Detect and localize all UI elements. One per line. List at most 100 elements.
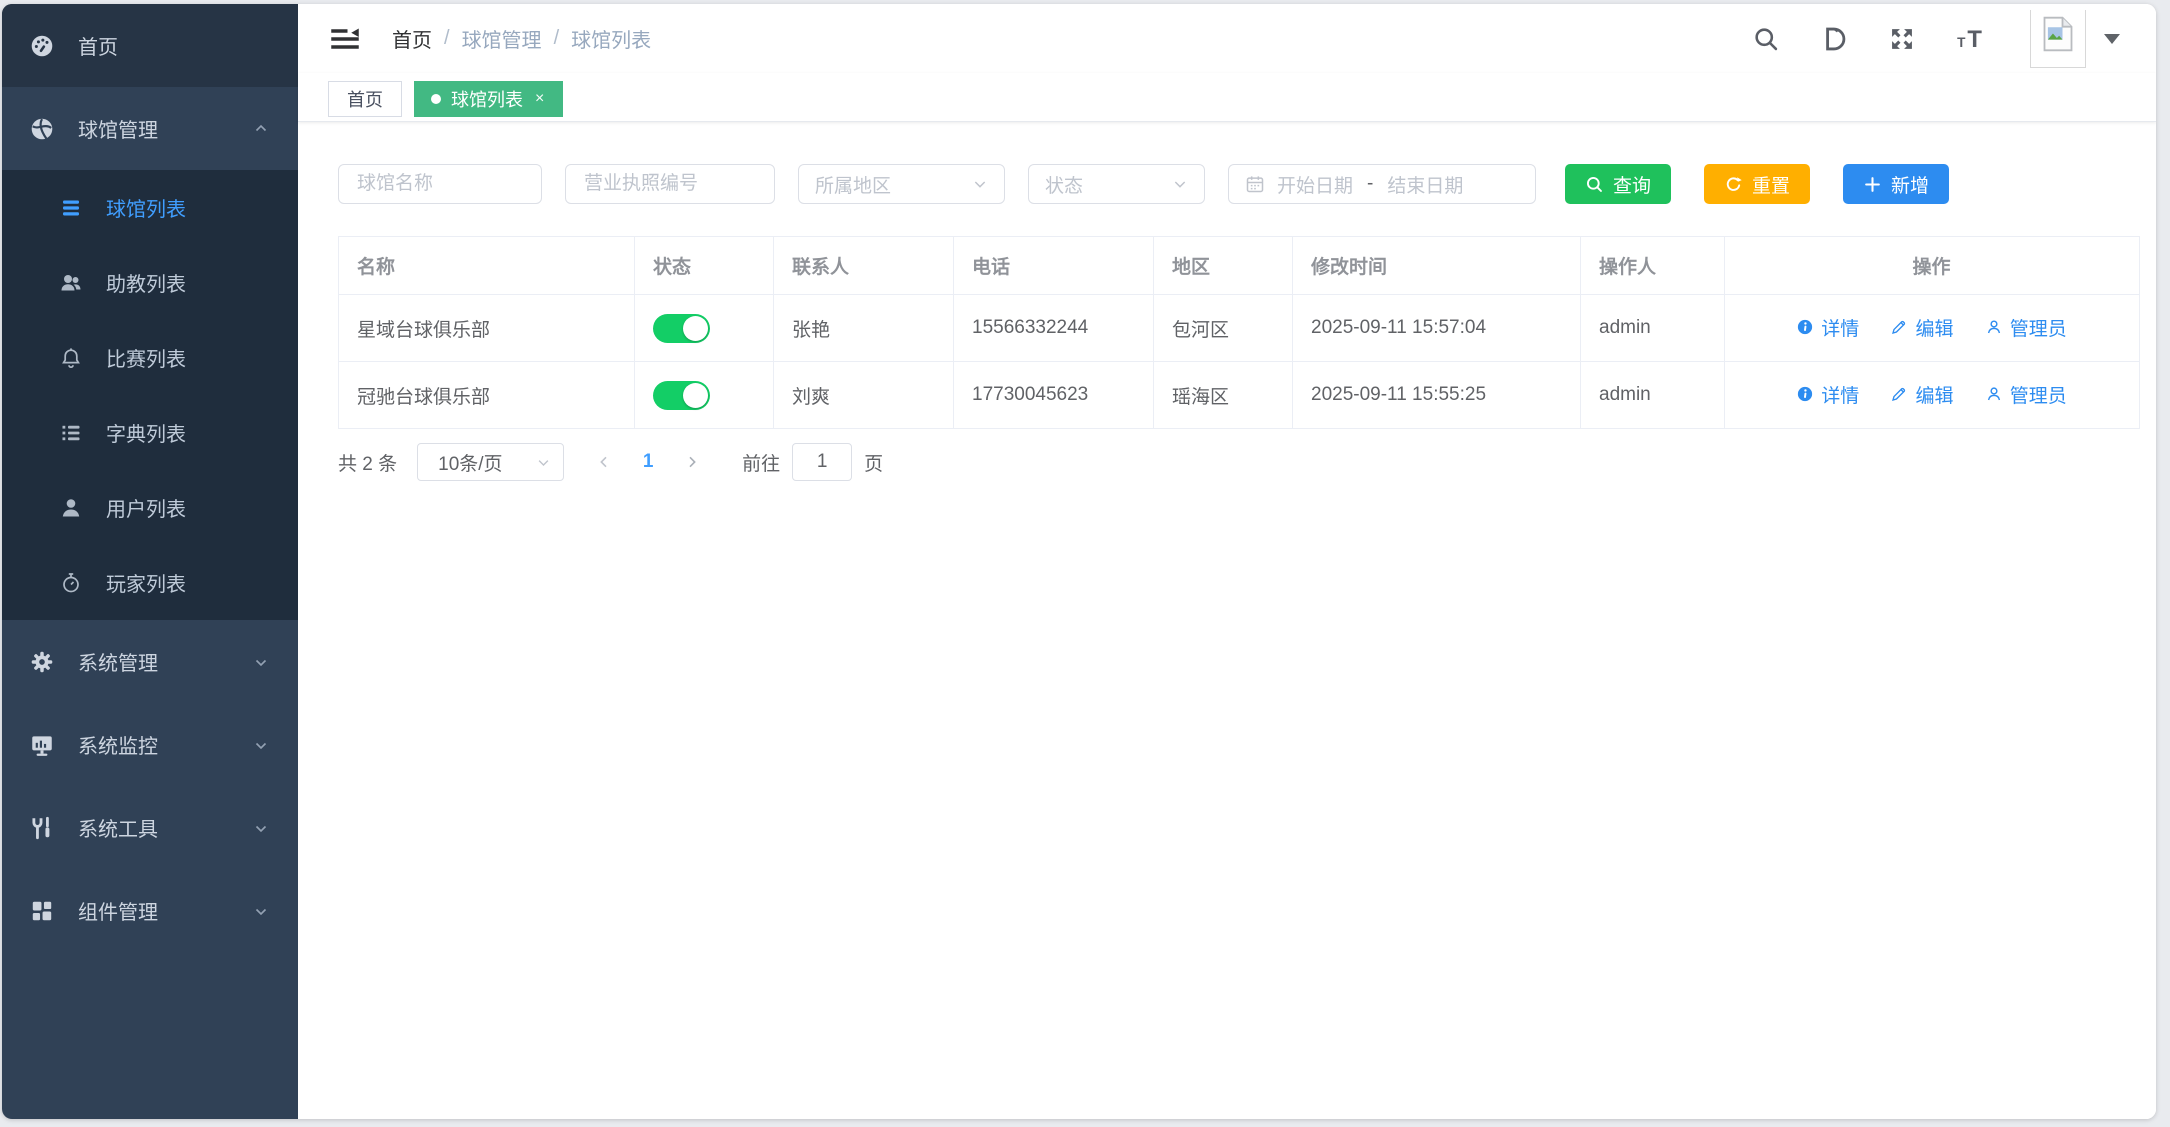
stopwatch-icon — [59, 571, 83, 595]
globe-icon — [29, 116, 55, 142]
chevron-left-icon — [596, 454, 612, 470]
breadcrumb-separator: / — [554, 27, 560, 50]
sidebar-item-user-list[interactable]: 用户列表 — [2, 470, 298, 545]
venue-name-input[interactable] — [355, 172, 525, 196]
detail-link[interactable]: 详情 — [1796, 381, 1859, 408]
venue-name-field — [338, 164, 542, 204]
col-name: 名称 — [339, 237, 635, 295]
breadcrumb-venue-list: 球馆列表 — [571, 24, 651, 53]
sidebar-item-label: 玩家列表 — [106, 568, 186, 597]
next-page-button[interactable] — [670, 454, 714, 470]
sidebar-item-system-monitor[interactable]: 系统监控 — [2, 703, 298, 786]
goto-page-input[interactable] — [792, 443, 852, 481]
plus-icon — [1863, 175, 1882, 194]
chevron-down-icon — [252, 819, 270, 837]
page-unit-label: 页 — [864, 449, 883, 476]
status-select[interactable]: 状态 — [1028, 164, 1205, 204]
add-button[interactable]: 新增 — [1843, 164, 1949, 204]
goto-page: 前往 页 — [742, 443, 883, 481]
cell-district: 瑶海区 — [1154, 362, 1293, 429]
search-button[interactable]: 查询 — [1565, 164, 1671, 204]
admin-link[interactable]: 管理员 — [1985, 381, 2067, 408]
svg-text:T: T — [1967, 25, 1982, 52]
page-content: 所属地区 状态 开始日期 - 结束日期 查询 — [298, 122, 2156, 1119]
breadcrumb-venue-management: 球馆管理 — [462, 24, 542, 53]
search-icon[interactable] — [1752, 25, 1780, 53]
region-select[interactable]: 所属地区 — [798, 164, 1005, 204]
date-start-placeholder: 开始日期 — [1277, 171, 1353, 198]
info-icon — [1796, 318, 1814, 336]
font-size-icon[interactable]: TT — [1956, 25, 1990, 53]
user-icon — [59, 496, 83, 520]
tools-icon — [29, 815, 55, 841]
region-placeholder: 所属地区 — [815, 171, 891, 198]
cell-phone: 17730045623 — [954, 362, 1154, 429]
fullscreen-icon[interactable] — [1888, 25, 1916, 53]
chevron-down-icon — [972, 176, 988, 192]
cell-name: 冠驰台球俱乐部 — [339, 362, 635, 429]
page-number[interactable]: 1 — [626, 451, 670, 473]
tab-venue-list[interactable]: 球馆列表 × — [414, 81, 563, 117]
sidebar-item-player-list[interactable]: 玩家列表 — [2, 545, 298, 620]
edit-link[interactable]: 编辑 — [1890, 314, 1953, 341]
sidebar-item-label: 组件管理 — [78, 896, 158, 925]
chevron-down-icon — [536, 455, 551, 470]
sidebar-item-component-management[interactable]: 组件管理 — [2, 869, 298, 952]
venue-table: 名称 状态 联系人 电话 地区 修改时间 操作人 操作 星域台球俱乐部 — [338, 236, 2140, 429]
col-phone: 电话 — [954, 237, 1154, 295]
sidebar-item-label: 比赛列表 — [106, 343, 186, 372]
sidebar-item-venue-management[interactable]: 球馆管理 — [2, 87, 298, 170]
main-area: 首页 / 球馆管理 / 球馆列表 TT — [298, 4, 2156, 1119]
edit-pencil-icon — [1890, 318, 1908, 336]
reset-button[interactable]: 重置 — [1704, 164, 1810, 204]
tab-label: 球馆列表 — [451, 86, 523, 112]
cell-status — [635, 362, 774, 429]
total-count: 共 2 条 — [338, 449, 397, 476]
edit-link[interactable]: 编辑 — [1890, 381, 1953, 408]
status-toggle[interactable] — [653, 314, 710, 343]
cell-operator: admin — [1581, 295, 1725, 362]
people-icon — [59, 271, 83, 295]
cell-name: 星域台球俱乐部 — [339, 295, 635, 362]
sidebar-submenu-venue: 球馆列表 助教列表 比赛列表 字典列表 — [2, 170, 298, 620]
svg-text:T: T — [1957, 34, 1966, 49]
sidebar-collapse-button[interactable] — [328, 24, 362, 54]
user-avatar-menu[interactable] — [2030, 10, 2120, 68]
cell-operator: admin — [1581, 362, 1725, 429]
cell-contact: 刘爽 — [774, 362, 954, 429]
col-operator: 操作人 — [1581, 237, 1725, 295]
docs-icon[interactable] — [1820, 25, 1848, 53]
broken-image-icon — [2042, 16, 2074, 52]
sidebar-item-dict-list[interactable]: 字典列表 — [2, 395, 298, 470]
tab-home[interactable]: 首页 — [328, 81, 402, 117]
table-row: 星域台球俱乐部 张艳 15566332244 包河区 2025-09-11 15… — [339, 295, 2140, 362]
admin-link[interactable]: 管理员 — [1985, 314, 2067, 341]
prev-page-button[interactable] — [582, 454, 626, 470]
person-icon — [1985, 385, 2003, 403]
table-row: 冠驰台球俱乐部 刘爽 17730045623 瑶海区 2025-09-11 15… — [339, 362, 2140, 429]
page-size-select[interactable]: 10条/页 — [417, 443, 564, 481]
sidebar-item-assistant-list[interactable]: 助教列表 — [2, 245, 298, 320]
date-range-picker[interactable]: 开始日期 - 结束日期 — [1228, 164, 1536, 204]
status-toggle[interactable] — [653, 381, 710, 410]
sidebar-item-home[interactable]: 首页 — [2, 4, 298, 87]
sidebar-item-label: 助教列表 — [106, 268, 186, 297]
chevron-right-icon — [684, 454, 700, 470]
sidebar-item-match-list[interactable]: 比赛列表 — [2, 320, 298, 395]
col-district: 地区 — [1154, 237, 1293, 295]
app-window: 首页 球馆管理 球馆列表 助教列表 — [2, 4, 2156, 1119]
sidebar-item-system-tools[interactable]: 系统工具 — [2, 786, 298, 869]
close-icon[interactable]: × — [535, 91, 544, 107]
col-status: 状态 — [635, 237, 774, 295]
breadcrumb-home[interactable]: 首页 — [392, 24, 432, 53]
chevron-down-icon — [1172, 176, 1188, 192]
sidebar-item-label: 系统监控 — [78, 730, 158, 759]
license-number-input[interactable] — [582, 172, 758, 196]
cell-actions: 详情 编辑 管理员 — [1725, 362, 2140, 429]
sidebar-item-system-management[interactable]: 系统管理 — [2, 620, 298, 703]
chevron-down-icon — [252, 653, 270, 671]
detail-link[interactable]: 详情 — [1796, 314, 1859, 341]
chevron-up-icon — [252, 120, 270, 138]
sidebar-item-label: 首页 — [78, 31, 118, 60]
sidebar-item-venue-list[interactable]: 球馆列表 — [2, 170, 298, 245]
